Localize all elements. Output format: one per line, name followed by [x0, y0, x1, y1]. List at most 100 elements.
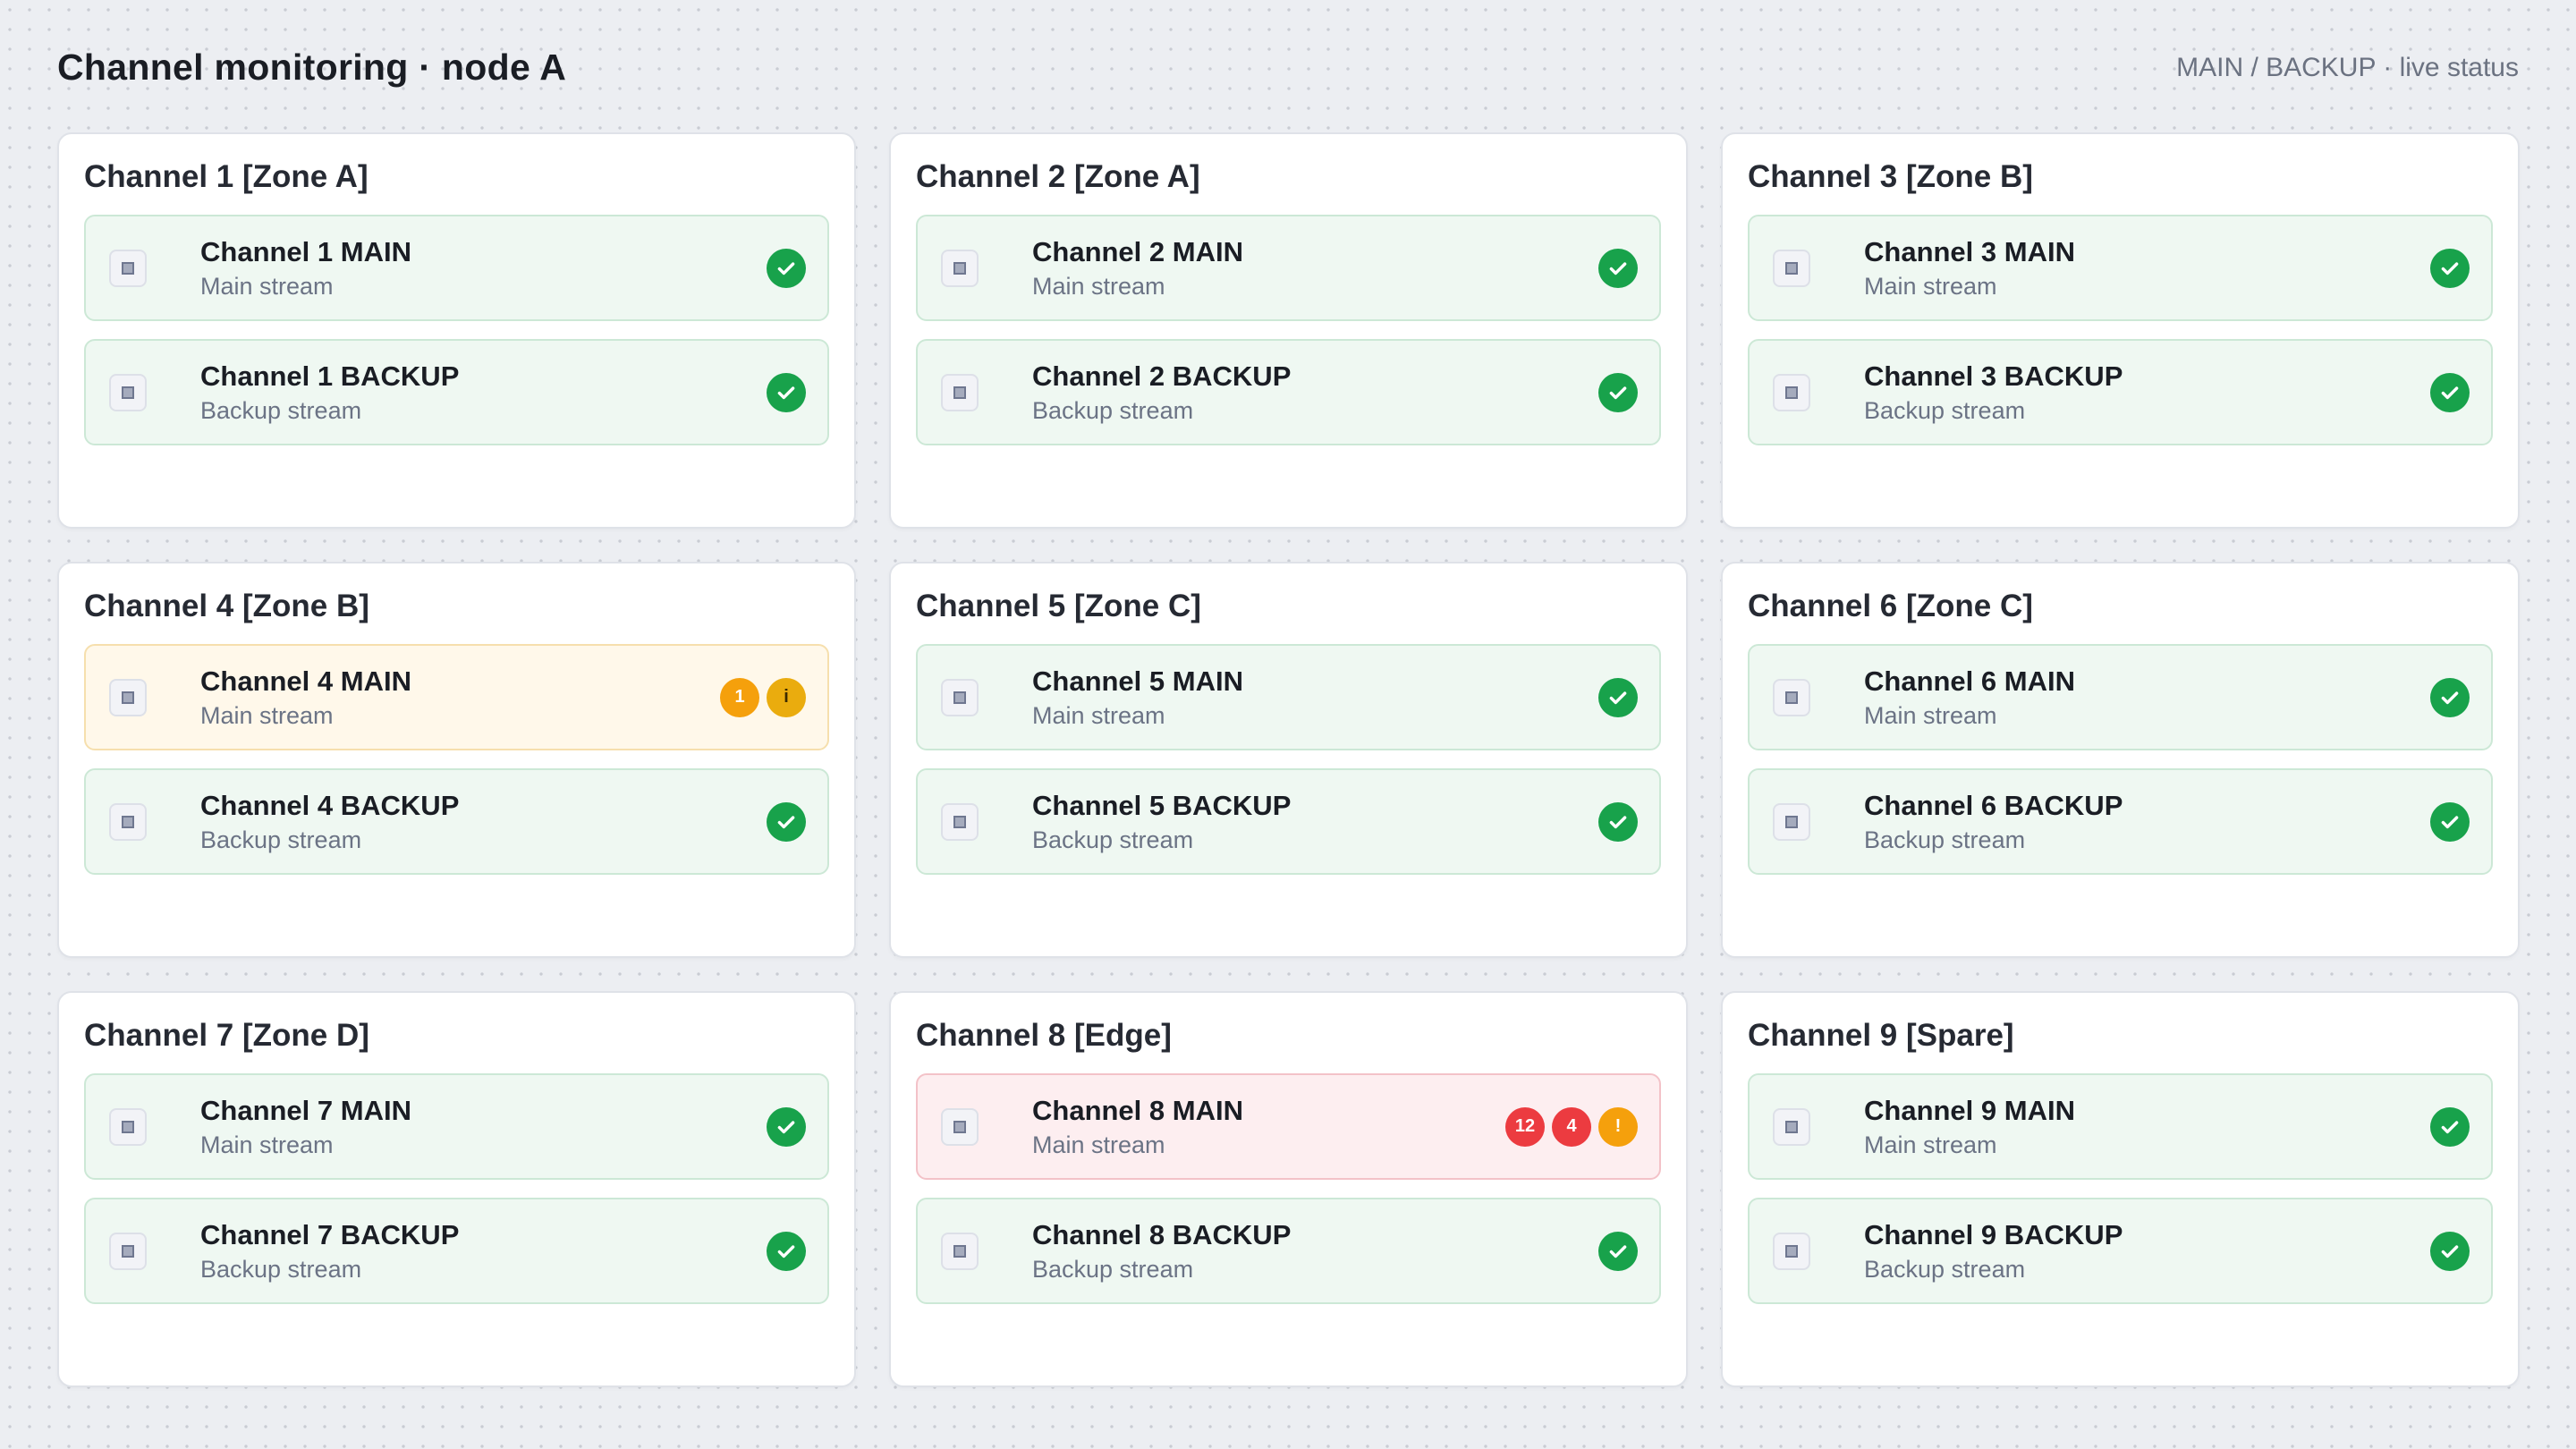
channel-card: Channel 7 [Zone D] Channel 7 MAIN Main str…	[57, 991, 856, 1387]
stream-description: Main stream	[200, 272, 334, 300]
stream-row-backup[interactable]: Channel 4 BACKUP Backup stream	[84, 768, 829, 875]
stream-row-backup[interactable]: Channel 5 BACKUP Backup stream	[916, 768, 1661, 875]
stream-description: Main stream	[1032, 701, 1165, 729]
status-badges	[1598, 248, 1638, 288]
stream-row-main[interactable]: Channel 5 MAIN Main stream	[916, 644, 1661, 750]
stream-description: Backup stream	[1864, 396, 2026, 424]
check-circle-icon	[1598, 1231, 1638, 1271]
stream-text: Channel 6 BACKUP Backup stream	[1864, 789, 2430, 855]
status-badges	[2430, 1231, 2470, 1271]
stream-square-icon	[1773, 678, 1810, 716]
channel-card: Channel 9 [Spare] Channel 9 MAIN Main stre…	[1721, 991, 2520, 1387]
stream-name: Channel 8 BACKUP	[1032, 1218, 1292, 1250]
stream-square-icon	[109, 802, 147, 841]
check-circle-icon	[2430, 1231, 2470, 1271]
channel-title: Channel 8 [Edge]	[916, 1018, 1172, 1053]
channel-title: Channel 6 [Zone C]	[1748, 589, 2033, 623]
stream-square-icon	[941, 802, 979, 841]
stream-square-icon	[1773, 1107, 1810, 1146]
stream-row-main[interactable]: Channel 9 MAIN Main stream	[1748, 1073, 2493, 1180]
check-circle-icon	[1598, 677, 1638, 717]
stream-description: Main stream	[1864, 701, 1997, 729]
stream-name: Channel 5 MAIN	[1032, 665, 1243, 697]
stream-square-icon	[1773, 1232, 1810, 1270]
stream-square-icon	[1773, 802, 1810, 841]
check-circle-icon	[2430, 1106, 2470, 1147]
stream-row-backup[interactable]: Channel 9 BACKUP Backup stream	[1748, 1198, 2493, 1304]
stream-row-main[interactable]: Channel 4 MAIN Main stream 1 i	[84, 644, 829, 750]
stream-square-icon	[109, 1232, 147, 1270]
stream-text: Channel 2 MAIN Main stream	[1032, 235, 1598, 301]
stream-text: Channel 7 BACKUP Backup stream	[200, 1218, 767, 1284]
check-circle-icon	[767, 372, 806, 412]
stream-name: Channel 2 BACKUP	[1032, 360, 1292, 392]
status-badges	[1598, 801, 1638, 842]
status-badges	[2430, 1106, 2470, 1147]
channel-title: Channel 5 [Zone C]	[916, 589, 1201, 623]
stream-row-backup[interactable]: Channel 7 BACKUP Backup stream	[84, 1198, 829, 1304]
stream-square-icon	[1773, 249, 1810, 287]
stream-name: Channel 7 BACKUP	[200, 1218, 460, 1250]
stream-description: Backup stream	[1032, 1255, 1194, 1283]
stream-text: Channel 9 MAIN Main stream	[1864, 1094, 2430, 1160]
stream-square-icon	[109, 678, 147, 716]
stream-row-backup[interactable]: Channel 8 BACKUP Backup stream	[916, 1198, 1661, 1304]
stream-name: Channel 9 BACKUP	[1864, 1218, 2123, 1250]
status-badges	[2430, 248, 2470, 288]
warning-count-badge[interactable]: 1	[720, 677, 759, 717]
status-badges	[2430, 372, 2470, 412]
channel-card: Channel 6 [Zone C] Channel 6 MAIN Main str…	[1721, 562, 2520, 958]
stream-square-icon	[941, 1232, 979, 1270]
stream-square-icon	[1773, 373, 1810, 411]
stream-row-backup[interactable]: Channel 3 BACKUP Backup stream	[1748, 339, 2493, 445]
check-circle-icon	[767, 248, 806, 288]
stream-square-icon	[941, 678, 979, 716]
info-icon[interactable]: i	[767, 677, 806, 717]
stream-description: Backup stream	[1032, 826, 1194, 853]
stream-row-main[interactable]: Channel 3 MAIN Main stream	[1748, 215, 2493, 321]
check-circle-icon	[1598, 801, 1638, 842]
stream-row-main[interactable]: Channel 7 MAIN Main stream	[84, 1073, 829, 1180]
status-badges	[2430, 801, 2470, 842]
channel-grid: Channel 1 [Zone A] Channel 1 MAIN Main str…	[57, 132, 2520, 1387]
check-circle-icon	[2430, 372, 2470, 412]
stream-name: Channel 6 MAIN	[1864, 665, 2075, 697]
status-badges: 12 4!	[1505, 1106, 1638, 1147]
stream-row-backup[interactable]: Channel 1 BACKUP Backup stream	[84, 339, 829, 445]
stream-description: Main stream	[200, 1131, 334, 1158]
alert-icon[interactable]: !	[1598, 1106, 1638, 1147]
stream-square-icon	[941, 1107, 979, 1146]
channel-title: Channel 2 [Zone A]	[916, 159, 1200, 194]
stream-text: Channel 5 MAIN Main stream	[1032, 665, 1598, 731]
check-circle-icon	[1598, 248, 1638, 288]
stream-name: Channel 8 MAIN	[1032, 1094, 1243, 1126]
stream-square-icon	[109, 373, 147, 411]
stream-description: Main stream	[1032, 1131, 1165, 1158]
stream-name: Channel 3 MAIN	[1864, 235, 2075, 267]
stream-text: Channel 4 BACKUP Backup stream	[200, 789, 767, 855]
stream-row-backup[interactable]: Channel 2 BACKUP Backup stream	[916, 339, 1661, 445]
error-count-badge[interactable]: 12	[1505, 1106, 1545, 1147]
channel-card: Channel 2 [Zone A] Channel 2 MAIN Main str…	[889, 132, 1688, 529]
stream-description: Backup stream	[200, 396, 362, 424]
check-circle-icon	[2430, 801, 2470, 842]
stream-row-main[interactable]: Channel 8 MAIN Main stream 12 4!	[916, 1073, 1661, 1180]
stream-row-main[interactable]: Channel 6 MAIN Main stream	[1748, 644, 2493, 750]
stream-description: Backup stream	[1864, 1255, 2026, 1283]
status-badges: 1i	[720, 677, 806, 717]
stream-description: Backup stream	[200, 826, 362, 853]
status-badges	[2430, 677, 2470, 717]
channel-card: Channel 5 [Zone C] Channel 5 MAIN Main str…	[889, 562, 1688, 958]
stream-name: Channel 1 BACKUP	[200, 360, 460, 392]
stream-row-main[interactable]: Channel 1 MAIN Main stream	[84, 215, 829, 321]
stream-row-backup[interactable]: Channel 6 BACKUP Backup stream	[1748, 768, 2493, 875]
stream-name: Channel 5 BACKUP	[1032, 789, 1292, 821]
stream-description: Main stream	[1032, 272, 1165, 300]
error-count-badge-secondary[interactable]: 4	[1552, 1106, 1591, 1147]
stream-text: Channel 4 MAIN Main stream	[200, 665, 720, 731]
stream-description: Main stream	[200, 701, 334, 729]
channel-title: Channel 3 [Zone B]	[1748, 159, 2033, 194]
stream-row-main[interactable]: Channel 2 MAIN Main stream	[916, 215, 1661, 321]
stream-text: Channel 3 BACKUP Backup stream	[1864, 360, 2430, 426]
status-badges	[1598, 1231, 1638, 1271]
